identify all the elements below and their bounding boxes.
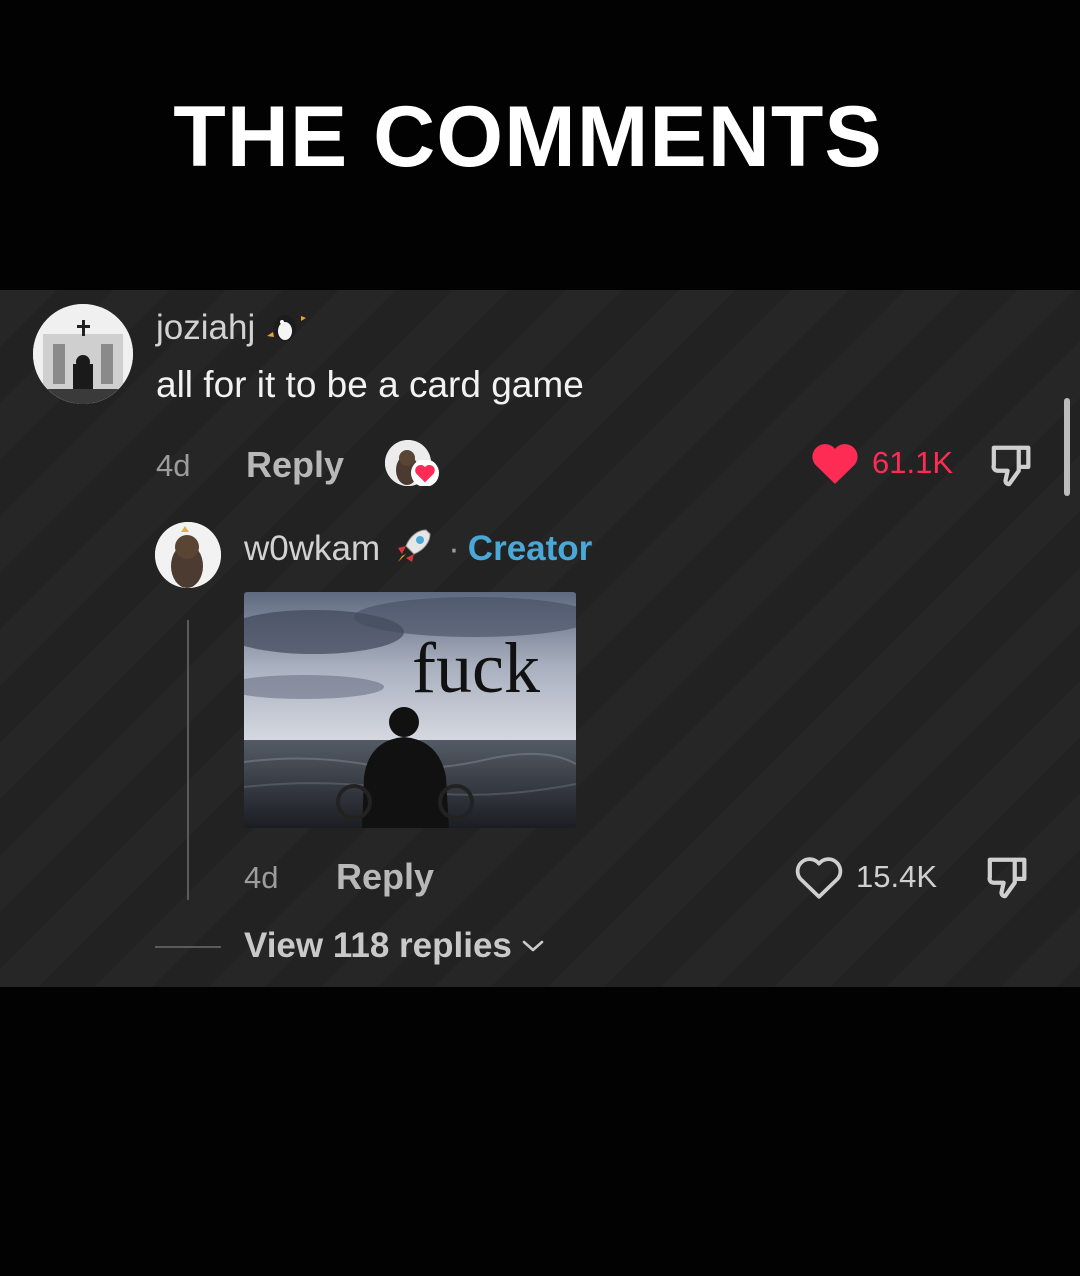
thread-line <box>187 620 189 900</box>
chevron-down-icon <box>522 940 544 952</box>
thumbs-down-icon <box>991 445 1031 487</box>
creator-badge: Creator <box>467 528 593 568</box>
reply-header: w0wkam · Creator <box>244 524 592 573</box>
comment-text: all for it to be a card game <box>156 364 584 405</box>
rocket-icon <box>392 524 436 573</box>
avatar-image <box>33 304 133 404</box>
heart-outline-icon <box>795 857 843 899</box>
avatar-w0wkam[interactable] <box>155 522 221 588</box>
creator-liked-badge <box>385 440 441 490</box>
comment-dislike-button[interactable] <box>988 442 1038 493</box>
reply-dislike-button[interactable] <box>984 854 1034 905</box>
reply-username[interactable]: w0wkam <box>244 529 380 569</box>
comment-age: 4d <box>156 448 191 483</box>
comment-username[interactable]: joziahj <box>156 308 309 351</box>
comment-like-count: 61.1K <box>872 445 954 480</box>
heart-badge-icon <box>411 460 439 486</box>
reply-image-scene: fuck <box>244 592 576 828</box>
comment-reply-button[interactable]: Reply <box>246 444 344 486</box>
separator-dot: · <box>448 528 460 568</box>
avatar-joziahj[interactable] <box>33 304 133 404</box>
reply-image[interactable]: fuck <box>244 592 576 828</box>
reply-like-count: 15.4K <box>856 859 938 894</box>
heart-filled-icon <box>812 444 858 484</box>
view-replies-label: View 118 replies <box>244 926 512 965</box>
replies-divider <box>155 946 221 948</box>
thumbs-down-icon <box>987 857 1027 899</box>
image-caption: fuck <box>412 628 540 708</box>
view-replies-button[interactable]: View 118 replies <box>244 926 546 966</box>
scrollbar[interactable] <box>1064 398 1070 496</box>
reply-like-button[interactable]: 15.4K <box>794 854 937 900</box>
comment-like-button[interactable]: 61.1K <box>810 440 953 486</box>
comments-panel: joziahj all for it to be a card game 4d … <box>0 290 1080 987</box>
reply-reply-button[interactable]: Reply <box>336 856 434 898</box>
avatar-image <box>155 522 221 588</box>
penguin-icon <box>265 308 309 351</box>
page-headline: THE COMMENTS <box>173 89 883 185</box>
reply-age: 4d <box>244 860 279 895</box>
